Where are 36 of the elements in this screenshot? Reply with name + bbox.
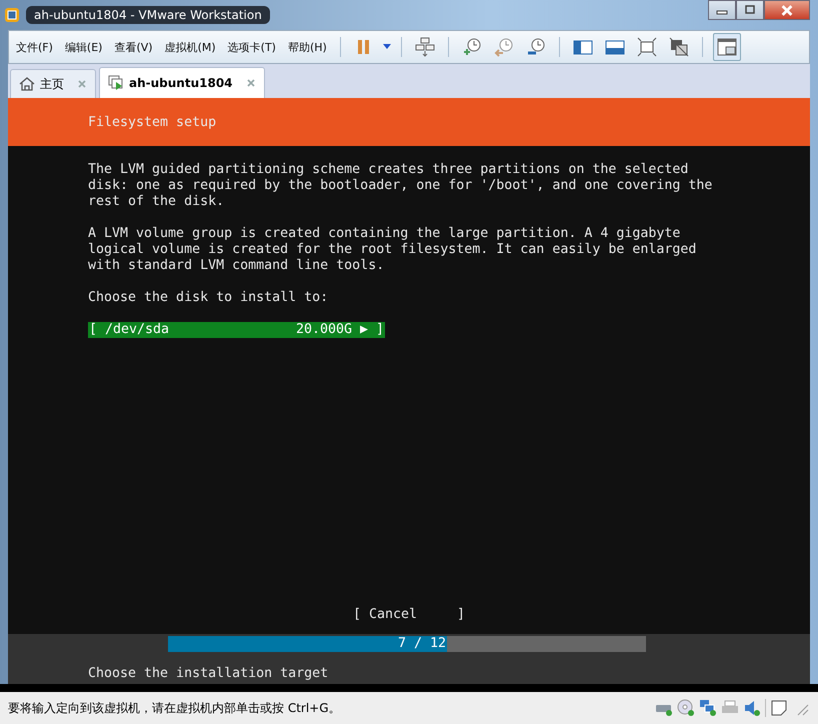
menu-item[interactable]: 帮助(H): [284, 40, 330, 54]
tab[interactable]: 主页: [10, 69, 96, 98]
close-button[interactable]: [764, 0, 810, 20]
menu-item[interactable]: 编辑(E): [62, 40, 106, 54]
disk-size: 20.000G ▶ ]: [296, 322, 384, 338]
tab-label: ah-ubuntu1804: [129, 76, 233, 90]
footer-text: Choose the installation target: [88, 666, 328, 682]
thumbnail-view-icon[interactable]: [712, 33, 741, 61]
network-adapter-icon[interactable]: [699, 699, 717, 717]
console-text: Choose the disk to install to:: [88, 290, 330, 306]
home-icon: [19, 76, 35, 92]
disk-option[interactable]: [ /dev/sda 20.000G ▶ ]: [88, 322, 385, 338]
close-icon: [780, 4, 794, 16]
menu-item[interactable]: 文件(F): [13, 40, 56, 54]
speaker-icon[interactable]: [743, 699, 761, 717]
maximize-icon: [744, 5, 756, 15]
progress-label: 7 / 12: [396, 636, 448, 652]
tab[interactable]: ah-ubuntu1804: [99, 67, 265, 98]
app-icon: [4, 7, 20, 23]
vm-icon: [108, 75, 124, 91]
dropdown-caret-icon[interactable]: [382, 44, 391, 50]
menu-item[interactable]: 查看(V): [111, 40, 156, 54]
status-text: 要将输入定向到该虚拟机，请在虚拟机内部单击或按 Ctrl+G。: [8, 700, 341, 716]
note-icon[interactable]: [770, 699, 788, 717]
tab-label: 主页: [40, 76, 64, 92]
cd-icon[interactable]: [677, 699, 695, 717]
console-text: The LVM guided partitioning scheme creates three partitions on the selected disk: one as required by the bootloader, one for '/boot', and one covering the rest of the disk.: [88, 162, 714, 210]
window-title: ah-ubuntu1804 - VMware Workstation: [26, 6, 270, 24]
minimize-button[interactable]: [708, 0, 736, 20]
header-title: Filesystem setup: [88, 114, 216, 130]
maximize-button[interactable]: [736, 0, 764, 20]
menu-item[interactable]: 选项卡(T): [224, 40, 279, 54]
menu-item[interactable]: 虚拟机(M): [162, 40, 219, 54]
console-text: A LVM volume group is created containing the large partition. A 4 gigabyte logical volume is created for the root filesystem. It can easily be enlarged with standard LVM command line tools.: [88, 226, 698, 274]
disk-name: [ /dev/sda: [89, 322, 170, 338]
cancel-button[interactable]: [ Cancel ]: [352, 607, 466, 622]
